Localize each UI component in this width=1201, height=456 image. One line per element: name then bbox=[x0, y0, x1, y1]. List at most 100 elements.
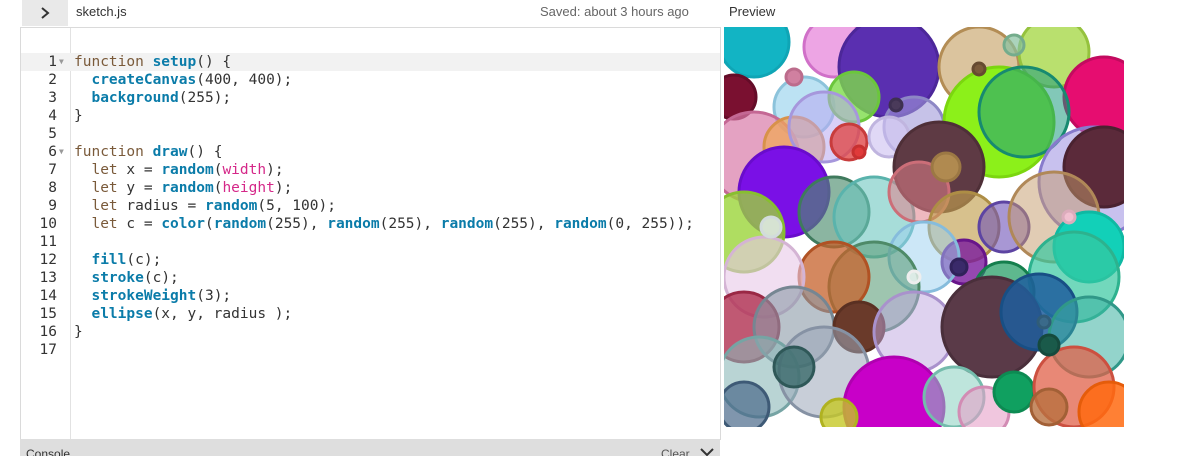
code-line[interactable]: 9 let radius = random(5, 100); bbox=[21, 197, 720, 215]
code-token: () { bbox=[196, 54, 232, 70]
code-line[interactable]: 1 ▼ function setup() { bbox=[21, 53, 720, 71]
code-line[interactable]: 3 background(255); bbox=[21, 89, 720, 107]
code-token: color bbox=[161, 216, 205, 232]
code-text: let y = random(height); bbox=[74, 179, 292, 197]
toggle-sidebar-button[interactable] bbox=[22, 0, 68, 26]
code-text: } bbox=[74, 107, 83, 125]
code-line[interactable]: 12 fill(c); bbox=[21, 251, 720, 269]
code-line[interactable]: 6 ▼ function draw() { bbox=[21, 143, 720, 161]
code-token: stroke bbox=[91, 270, 144, 286]
code-lines[interactable]: 1 ▼ function setup() {2 createCanvas(400, … bbox=[21, 53, 720, 359]
line-number: 1 bbox=[48, 54, 57, 70]
line-number: 7 bbox=[48, 162, 57, 178]
code-token: (255), bbox=[493, 216, 555, 232]
code-text: } bbox=[74, 323, 83, 341]
preview-canvas[interactable] bbox=[724, 27, 1124, 427]
code-text: background(255); bbox=[74, 89, 231, 107]
code-text: let x = random(width); bbox=[74, 161, 284, 179]
code-token: ); bbox=[274, 180, 293, 196]
code-token: y = bbox=[117, 180, 162, 196]
code-line[interactable]: 4} bbox=[21, 107, 720, 125]
code-token: } bbox=[74, 108, 83, 124]
code-token: (255); bbox=[178, 90, 232, 106]
fold-arrow-icon[interactable]: ▼ bbox=[59, 143, 69, 161]
code-line[interactable]: 17 bbox=[21, 341, 720, 359]
code-line[interactable]: 13 stroke(c); bbox=[21, 269, 720, 287]
code-text: strokeWeight(3); bbox=[74, 287, 231, 305]
chevron-right-icon bbox=[41, 7, 50, 19]
saved-status: Saved: about 3 hours ago bbox=[540, 4, 689, 19]
code-text: function draw() { bbox=[74, 143, 222, 161]
fold-arrow-icon[interactable]: ▼ bbox=[59, 53, 69, 71]
code-token: random bbox=[204, 198, 258, 214]
code-text: createCanvas(400, 400); bbox=[74, 71, 292, 89]
code-line[interactable]: 8 let y = random(height); bbox=[21, 179, 720, 197]
console-label: Console bbox=[26, 447, 71, 456]
code-token: ellipse bbox=[91, 306, 153, 322]
code-line[interactable]: 11 bbox=[21, 233, 720, 251]
code-token: background bbox=[91, 90, 179, 106]
line-number: 11 bbox=[39, 234, 57, 250]
line-number: 9 bbox=[48, 198, 57, 214]
code-token: (400, 400); bbox=[196, 72, 293, 88]
code-line[interactable]: 16} bbox=[21, 323, 720, 341]
console-bar[interactable]: Console Clear bbox=[20, 439, 720, 456]
preview-label: Preview bbox=[729, 4, 776, 19]
line-number: 2 bbox=[48, 72, 57, 88]
code-token: ( bbox=[204, 216, 214, 232]
code-token: x = bbox=[117, 162, 162, 178]
code-token: random bbox=[327, 216, 380, 232]
code-token: fill bbox=[91, 252, 127, 268]
code-token: strokeWeight bbox=[91, 288, 197, 304]
code-text: fill(c); bbox=[74, 251, 161, 269]
file-name[interactable]: sketch.js bbox=[76, 4, 127, 19]
code-line[interactable]: 7 let x = random(width); bbox=[21, 161, 720, 179]
line-number: 5 bbox=[48, 126, 57, 142]
code-token: random bbox=[161, 180, 214, 196]
line-number: 8 bbox=[48, 180, 57, 196]
code-token: function bbox=[74, 144, 153, 160]
code-token: (255), bbox=[379, 216, 441, 232]
code-token: function bbox=[74, 54, 153, 70]
code-text: ellipse(x, y, radius ); bbox=[74, 305, 292, 323]
code-editor[interactable]: 1 ▼ function setup() {2 createCanvas(400, … bbox=[20, 27, 721, 440]
line-number: 17 bbox=[39, 342, 57, 358]
code-token: let bbox=[91, 180, 118, 196]
code-token: (5, 100); bbox=[257, 198, 336, 214]
code-token: height bbox=[222, 180, 275, 196]
line-number: 3 bbox=[48, 90, 57, 106]
line-number: 14 bbox=[39, 288, 57, 304]
code-line[interactable]: 5 bbox=[21, 125, 720, 143]
code-token: let bbox=[91, 198, 118, 214]
code-line[interactable]: 14 strokeWeight(3); bbox=[21, 287, 720, 305]
code-line[interactable]: 15 ellipse(x, y, radius ); bbox=[21, 305, 720, 323]
line-number: 4 bbox=[48, 108, 57, 124]
code-token: (3); bbox=[196, 288, 232, 304]
code-token: (c); bbox=[126, 252, 162, 268]
code-token: ); bbox=[266, 162, 284, 178]
chevron-down-icon[interactable] bbox=[700, 448, 714, 456]
code-token: random bbox=[161, 162, 214, 178]
code-token: width bbox=[222, 162, 267, 178]
code-text: stroke(c); bbox=[74, 269, 178, 287]
code-text: function setup() { bbox=[74, 53, 231, 71]
code-line[interactable]: 10 let c = color(random(255), random(255… bbox=[21, 215, 720, 233]
code-token: (255), bbox=[266, 216, 328, 232]
code-token: let bbox=[91, 216, 118, 232]
code-token: random bbox=[213, 216, 267, 232]
line-number: 13 bbox=[39, 270, 57, 286]
line-number: 6 bbox=[48, 144, 57, 160]
code-token: setup bbox=[152, 54, 197, 70]
code-token: createCanvas bbox=[91, 72, 197, 88]
code-line[interactable]: 2 createCanvas(400, 400); bbox=[21, 71, 720, 89]
code-text: let c = color(random(255), random(255), … bbox=[74, 215, 693, 233]
line-number: 12 bbox=[39, 252, 57, 268]
line-number: 16 bbox=[39, 324, 57, 340]
clear-console-button[interactable]: Clear bbox=[661, 447, 690, 456]
code-token: c = bbox=[117, 216, 162, 232]
